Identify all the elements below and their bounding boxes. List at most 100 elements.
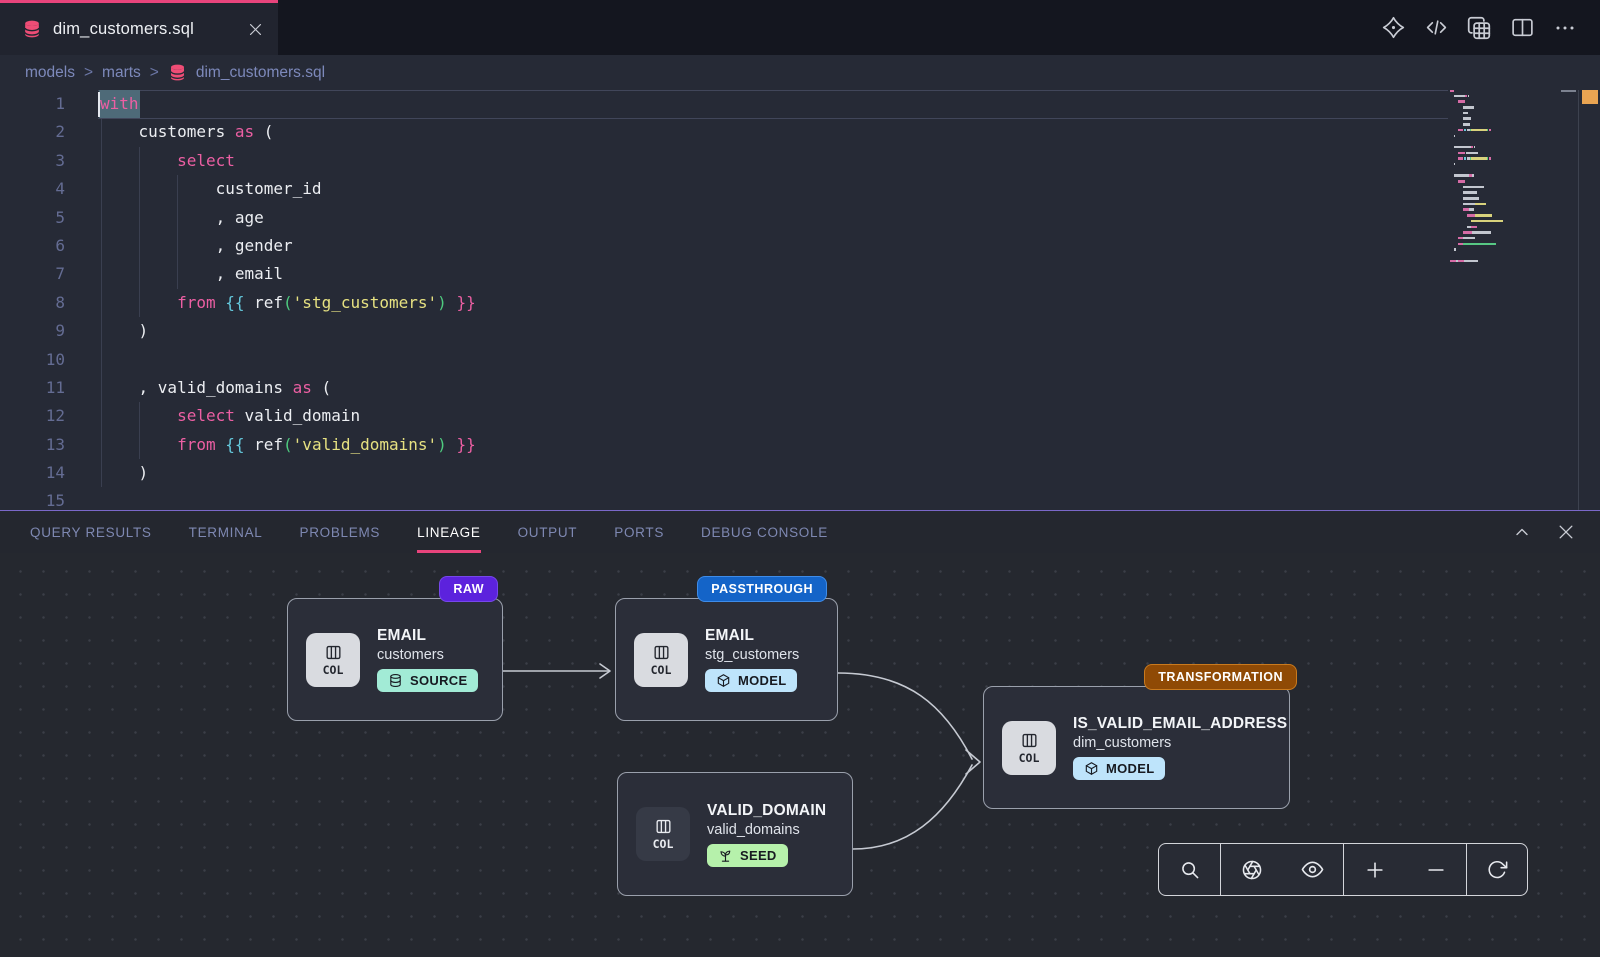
panel-tab-output[interactable]: OUTPUT (518, 511, 578, 553)
minimap-line (1450, 208, 1562, 211)
close-tab-icon[interactable] (247, 21, 264, 38)
eye-icon[interactable] (1282, 844, 1343, 895)
panel-tab-ports[interactable]: PORTS (614, 511, 664, 553)
code-line: 3 select (0, 147, 1600, 175)
node-column-name: EMAIL (377, 627, 478, 645)
zoom-out-icon[interactable] (1405, 844, 1466, 895)
code-text: select valid_domain (100, 402, 360, 430)
code-text: ) (100, 459, 148, 487)
breadcrumb-item-models[interactable]: models (25, 64, 75, 82)
column-chip-label: COL (323, 663, 344, 677)
refresh-icon[interactable] (1467, 844, 1527, 895)
line-number: 13 (0, 431, 65, 459)
minimap-line (1450, 186, 1562, 189)
minimap-line (1450, 191, 1562, 194)
panel-tab-query-results[interactable]: QUERY RESULTS (30, 511, 152, 553)
dbt-extension-icon[interactable] (1376, 11, 1410, 45)
code-view-icon[interactable] (1419, 11, 1453, 45)
code-line: 2 customers as ( (0, 118, 1600, 146)
line-number: 2 (0, 118, 65, 146)
text-cursor (98, 92, 100, 117)
code-line: 7 , email (0, 260, 1600, 288)
minimap[interactable] (1450, 90, 1562, 265)
line-number: 15 (0, 487, 65, 510)
lineage-node-valid_domains[interactable]: COLVALID_DOMAINvalid_domainsSEED (617, 772, 853, 896)
zoom-in-icon[interactable] (1344, 844, 1405, 895)
line-number: 9 (0, 317, 65, 345)
breadcrumb-separator: > (84, 64, 93, 82)
model-badge: MODEL (1073, 757, 1165, 780)
minimap-line (1450, 90, 1562, 92)
code-text: with (100, 90, 139, 118)
line-number: 3 (0, 147, 65, 175)
code-line: 10 (0, 346, 1600, 374)
column-chip: COL (306, 633, 360, 687)
code-line: 11 , valid_domains as ( (0, 374, 1600, 402)
node-column-name: IS_VALID_EMAIL_ADDRESS (1073, 715, 1271, 733)
panel-tab-lineage[interactable]: LINEAGE (417, 511, 480, 553)
minimap-line (1450, 197, 1562, 200)
code-text: , email (100, 260, 283, 288)
resource-badge-label: SEED (740, 848, 777, 863)
database-icon (22, 19, 42, 39)
code-line: 12 select valid_domain (0, 402, 1600, 430)
copy-table-icon[interactable] (1462, 11, 1496, 45)
panel-tab-terminal[interactable]: TERMINAL (189, 511, 263, 553)
raw-badge: RAW (439, 576, 498, 602)
minimap-line (1450, 117, 1562, 120)
node-model-name: valid_domains (707, 822, 826, 838)
minimap-line (1450, 243, 1562, 246)
lineage-canvas[interactable]: RAWCOLEMAILcustomersSOURCEPASSTHROUGHCOL… (0, 553, 1600, 957)
code-text: from {{ ref('valid_domains') }} (100, 431, 476, 459)
code-text: from {{ ref('stg_customers') }} (100, 289, 476, 317)
expand-panel-icon[interactable] (1508, 518, 1536, 546)
minimap-line (1450, 226, 1562, 229)
breadcrumb-separator: > (150, 64, 159, 82)
lineage-node-customers[interactable]: RAWCOLEMAILcustomersSOURCE (287, 598, 503, 721)
breadcrumb-item-marts[interactable]: marts (102, 64, 141, 82)
seed-badge: SEED (707, 844, 788, 867)
lineage-node-dim_customers[interactable]: TRANSFORMATIONCOLIS_VALID_EMAIL_ADDRESSd… (983, 686, 1290, 809)
line-number: 10 (0, 346, 65, 374)
code-line: 1 with (0, 90, 1600, 118)
minimap-line (1450, 95, 1562, 98)
line-number: 1 (0, 90, 65, 118)
close-panel-icon[interactable] (1552, 518, 1580, 546)
column-chip-label: COL (653, 837, 674, 851)
panel-header: QUERY RESULTS TERMINAL PROBLEMS LINEAGE OUTP… (0, 511, 1600, 553)
code-text: select (100, 147, 235, 175)
panel-tab-debug-console[interactable]: DEBUG CONSOLE (701, 511, 828, 553)
tab-bar: dim_customers.sql (0, 0, 1600, 55)
minimap-line (1450, 248, 1562, 251)
line-number: 11 (0, 374, 65, 402)
bottom-panel: QUERY RESULTS TERMINAL PROBLEMS LINEAGE OUTP… (0, 510, 1600, 956)
source-badge: SOURCE (377, 669, 478, 692)
minimap-line (1450, 112, 1562, 115)
database-icon (168, 63, 187, 82)
split-editor-icon[interactable] (1505, 11, 1539, 45)
tab-title: dim_customers.sql (53, 20, 194, 39)
code-text: , valid_domains as ( (100, 374, 331, 402)
aperture-icon[interactable] (1221, 844, 1282, 895)
minimap-line (1450, 169, 1562, 172)
code-line: 9 ) (0, 317, 1600, 345)
model-badge: MODEL (705, 669, 797, 692)
line-number: 12 (0, 402, 65, 430)
breadcrumb-item-dim-customers-sql[interactable]: dim_customers.sql (196, 64, 325, 82)
code-line: 8 from {{ ref('stg_customers') }} (0, 289, 1600, 317)
search-icon[interactable] (1159, 844, 1220, 895)
editor-tab-dim-customers[interactable]: dim_customers.sql (0, 0, 278, 55)
line-number: 6 (0, 232, 65, 260)
editor-region: models > marts > dim_customers.sql 1 with2 c… (0, 55, 1600, 510)
lineage-node-stg_customers[interactable]: PASSTHROUGHCOLEMAILstg_customersMODEL (615, 598, 838, 721)
more-actions-icon[interactable] (1548, 11, 1582, 45)
panel-tab-problems[interactable]: PROBLEMS (300, 511, 381, 553)
breadcrumb: models > marts > dim_customers.sql (0, 55, 1600, 90)
minimap-line (1450, 174, 1562, 177)
column-chip: COL (1002, 721, 1056, 775)
line-number: 5 (0, 204, 65, 232)
minimap-line (1450, 231, 1562, 234)
minimap-line (1450, 100, 1562, 103)
code-lines: 1with2 customers as (3 select4 customer_… (0, 90, 1600, 510)
code-editor[interactable]: 1with2 customers as (3 select4 customer_… (0, 90, 1600, 510)
